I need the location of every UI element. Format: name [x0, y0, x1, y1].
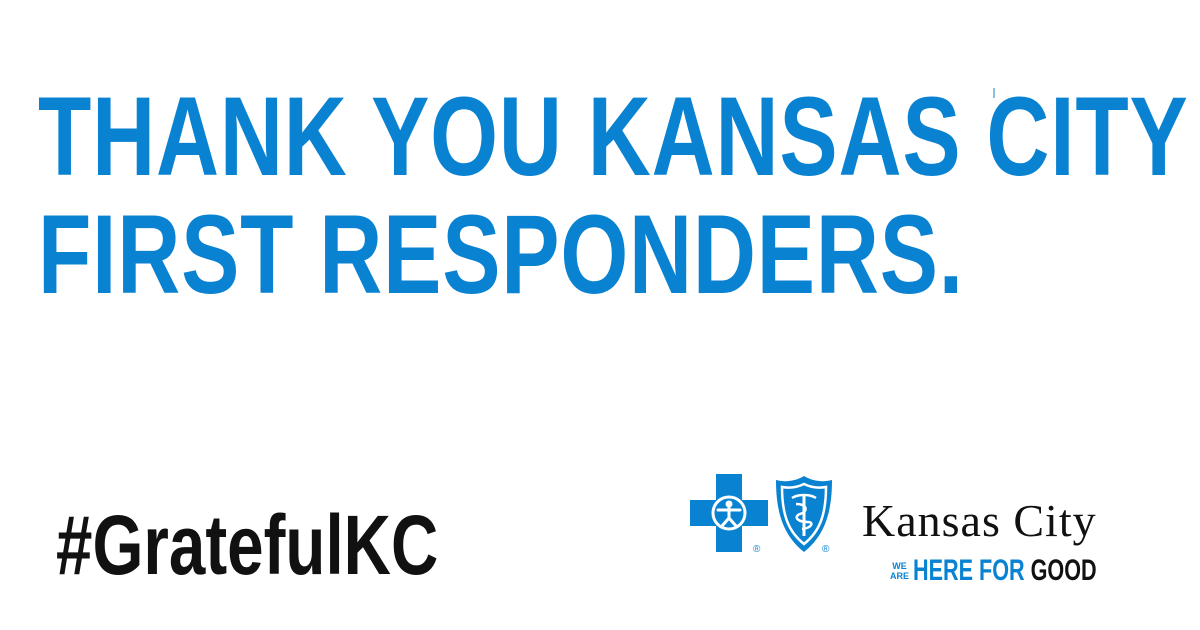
tagline-good: GOOD	[1030, 554, 1097, 587]
hashtag: #GratefulKC	[56, 498, 439, 592]
bcbs-kansas-city-logo: ® ® Kansas City WE ARE HERE FOR GOOD	[690, 474, 1160, 594]
tagline-we-are: WE ARE	[890, 561, 909, 581]
logo-city-name: Kansas City	[862, 495, 1097, 546]
tagline: WE ARE HERE FOR GOOD	[890, 556, 1168, 586]
registered-mark: ®	[822, 544, 830, 555]
tagline-are: ARE	[890, 571, 910, 581]
blue-shield-icon	[776, 476, 832, 552]
social-banner: THANK YOU KANSAS CITY FIRST RESPONDERS. …	[0, 0, 1200, 630]
stray-mark	[993, 88, 995, 98]
tagline-main: HERE FOR GOOD	[913, 556, 1097, 586]
tagline-here-for: HERE FOR	[913, 554, 1025, 587]
headline-line-1: THANK YOU KANSAS CITY	[38, 74, 1189, 199]
tagline-we: WE	[892, 561, 907, 571]
blue-cross-icon	[690, 474, 768, 552]
headline-line-2: FIRST RESPONDERS.	[38, 192, 964, 317]
headline: THANK YOU KANSAS CITY FIRST RESPONDERS.	[38, 78, 1189, 314]
registered-mark: ®	[753, 544, 761, 555]
